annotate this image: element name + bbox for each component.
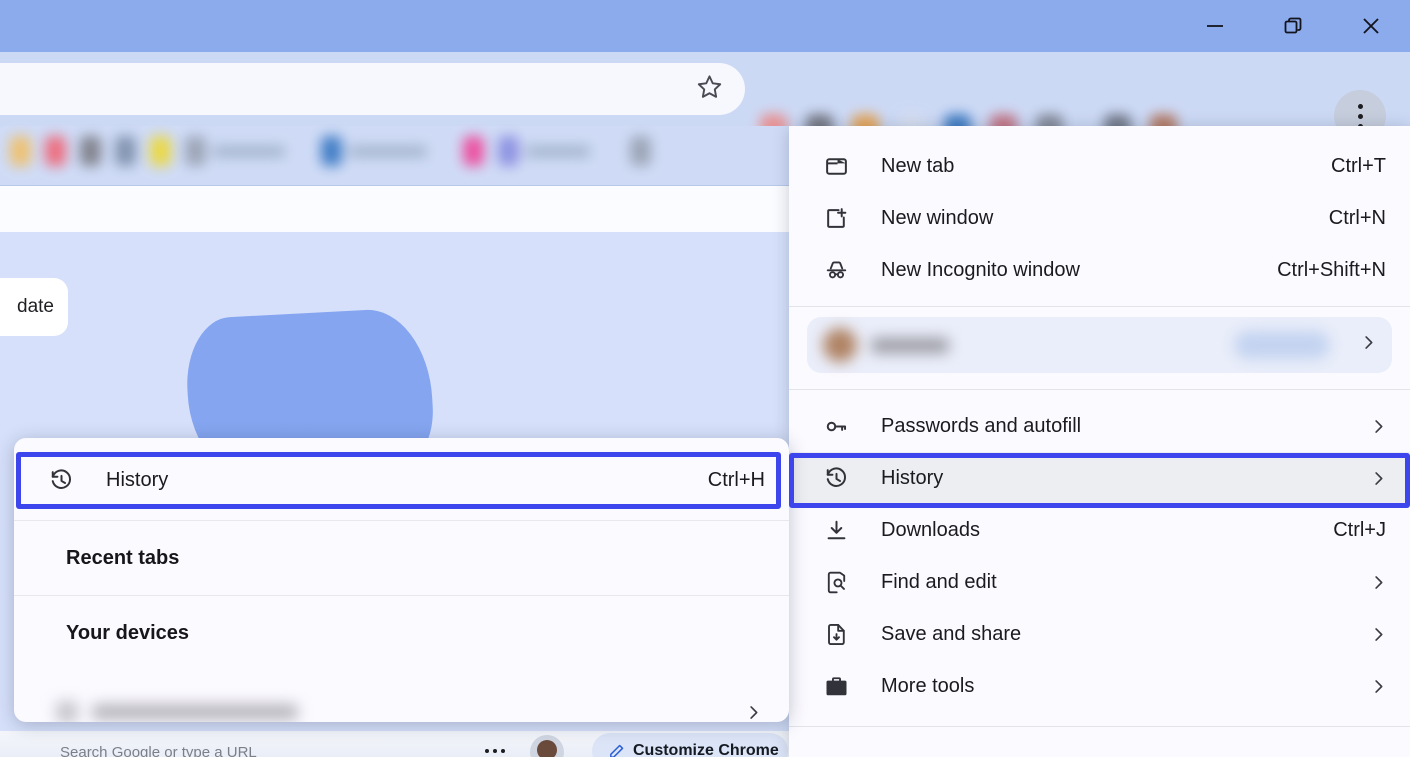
chevron-right-icon: [1369, 417, 1388, 436]
chevron-right-icon: [1369, 469, 1388, 488]
update-card-text: date: [17, 296, 54, 317]
customize-chrome-label: Customize Chrome: [633, 742, 779, 757]
menu-item-shortcut: Ctrl+N: [1328, 206, 1386, 229]
browser-window: date Search Google or type a URL Customi…: [0, 0, 1410, 757]
your-devices-heading: Your devices: [66, 621, 190, 644]
submenu-item-shortcut: Ctrl+H: [707, 468, 765, 491]
profile-badge: [1234, 331, 1330, 359]
incognito-icon: [823, 257, 849, 283]
find-edit-icon: [823, 569, 849, 595]
customize-chrome-button[interactable]: Customize Chrome: [592, 733, 788, 757]
key-icon: [823, 413, 849, 439]
bookmark-item[interactable]: [115, 136, 136, 166]
bookmark-item[interactable]: [80, 136, 101, 166]
restore-icon: [1282, 15, 1304, 37]
restore-button[interactable]: [1254, 0, 1332, 52]
chevron-right-icon: [1369, 677, 1388, 696]
submenu-item-label: History: [106, 468, 169, 491]
minimize-button[interactable]: [1176, 0, 1254, 52]
browser-toolbar: [0, 52, 1410, 144]
three-dot-menu-icon: [1357, 113, 1363, 119]
bookmark-star-icon[interactable]: [696, 73, 723, 105]
menu-item-shortcut: Ctrl+Shift+N: [1277, 258, 1386, 281]
menu-item-downloads[interactable]: Downloads Ctrl+J: [789, 504, 1410, 556]
menu-item-find-and-edit[interactable]: Find and edit: [789, 556, 1410, 608]
bookmark-item[interactable]: [10, 136, 31, 166]
pencil-icon: [608, 743, 625, 757]
menu-item-label: New tab: [881, 154, 955, 177]
download-icon: [823, 517, 849, 543]
chevron-right-icon: [1369, 625, 1388, 644]
menu-item-label: New window: [881, 206, 994, 229]
menu-item-label: Save and share: [881, 622, 1022, 645]
menu-item-save-and-share[interactable]: Save and share: [789, 608, 1410, 660]
device-row[interactable]: [14, 670, 789, 722]
menu-item-more-tools[interactable]: More tools: [789, 660, 1410, 712]
chevron-right-icon: [744, 703, 763, 722]
close-icon: [1359, 14, 1383, 38]
more-tools-icon: [823, 673, 849, 699]
avatar[interactable]: [530, 735, 564, 757]
bookmark-item[interactable]: [321, 136, 427, 166]
submenu-item-history[interactable]: History Ctrl+H: [14, 452, 789, 508]
window-controls: [1176, 0, 1410, 52]
history-submenu: History Ctrl+H Recent tabs Your devices: [14, 438, 789, 722]
bookmark-item[interactable]: [463, 136, 484, 166]
menu-item-new-tab[interactable]: New tab Ctrl+T: [789, 140, 1410, 192]
new-tab-icon: [823, 153, 849, 179]
menu-item-label: Passwords and autofill: [881, 414, 1082, 437]
menu-item-label: Downloads: [881, 518, 980, 541]
chevron-right-icon: [1369, 573, 1388, 592]
device-name: [56, 701, 298, 722]
title-bar: [0, 0, 1410, 52]
profile-row[interactable]: [807, 317, 1392, 373]
minimize-icon: [1204, 15, 1226, 37]
menu-item-history[interactable]: History: [789, 452, 1410, 504]
history-icon: [823, 465, 849, 491]
menu-item-shortcut: Ctrl+J: [1333, 518, 1386, 541]
menu-item-label: Find and edit: [881, 570, 997, 593]
menu-item-label: New Incognito window: [881, 258, 1080, 281]
new-window-icon: [823, 205, 849, 231]
bookmark-item[interactable]: [45, 136, 66, 166]
menu-item-new-window[interactable]: New window Ctrl+N: [789, 192, 1410, 244]
menu-separator: [789, 726, 1410, 727]
menu-separator: [789, 389, 1410, 390]
save-share-icon: [823, 621, 849, 647]
bookmark-item[interactable]: [498, 136, 590, 166]
menu-item-shortcut: Ctrl+T: [1331, 154, 1386, 177]
menu-item-label: More tools: [881, 674, 975, 697]
three-dot-menu-icon: [1357, 103, 1363, 109]
three-dot-icon[interactable]: [485, 749, 505, 753]
chevron-right-icon: [1359, 333, 1378, 357]
bookmark-item[interactable]: [630, 136, 651, 166]
menu-item-new-incognito-window[interactable]: New Incognito window Ctrl+Shift+N: [789, 244, 1410, 296]
avatar: [823, 328, 857, 362]
bookmark-item[interactable]: [150, 136, 171, 166]
menu-item-passwords-and-autofill[interactable]: Passwords and autofill: [789, 400, 1410, 452]
bookmark-item[interactable]: [185, 136, 285, 166]
recent-tabs-heading: Recent tabs: [66, 546, 180, 569]
address-bar[interactable]: [0, 63, 745, 115]
profile-name: [871, 337, 949, 353]
menu-item-label: History: [881, 466, 944, 489]
chrome-main-menu: New tab Ctrl+T New window Ctrl+N New Inc…: [789, 126, 1410, 757]
history-icon: [48, 467, 74, 493]
profile-avatar-and-name: [823, 328, 949, 362]
ntp-search-placeholder: Search Google or type a URL: [60, 744, 257, 757]
close-button[interactable]: [1332, 0, 1410, 52]
update-card[interactable]: date: [0, 278, 68, 336]
menu-separator: [789, 306, 1410, 307]
